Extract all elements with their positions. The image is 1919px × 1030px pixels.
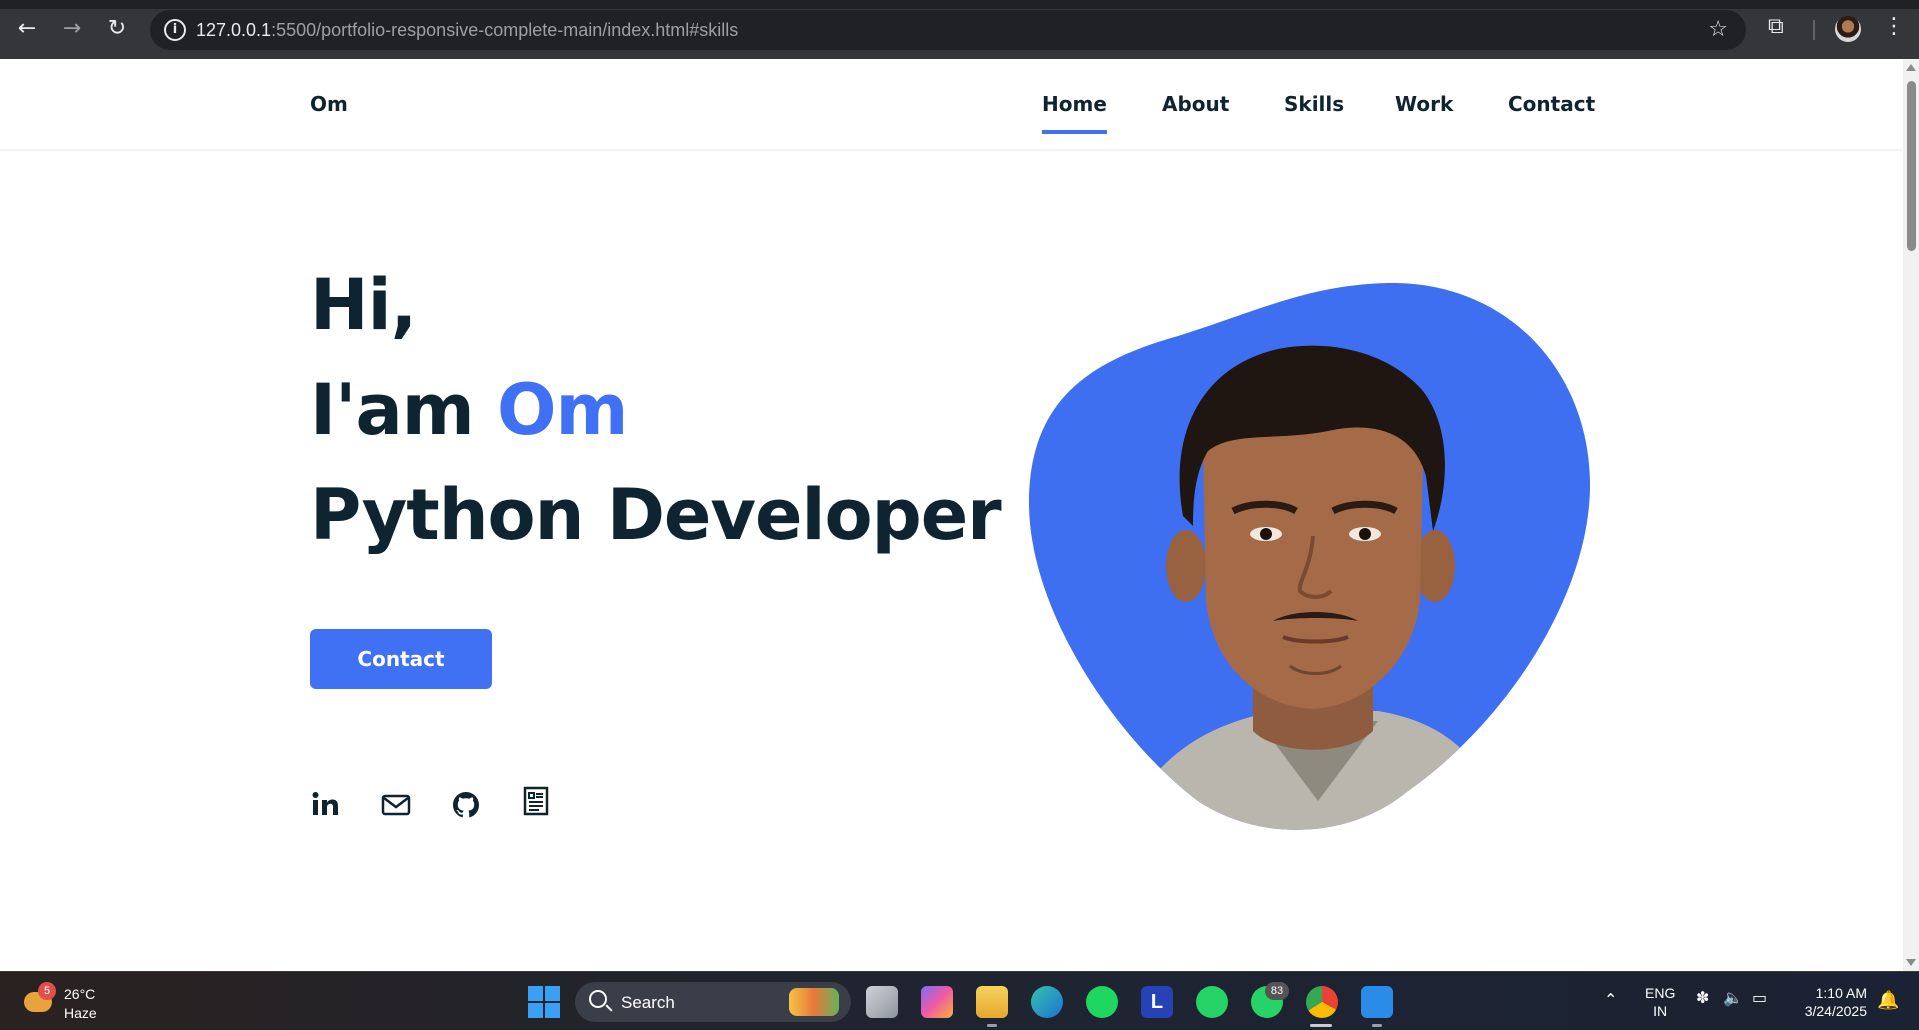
nav-contact[interactable]: Contact — [1508, 92, 1595, 116]
search-highlight-icon — [789, 988, 839, 1016]
weather-badge: 5 — [38, 982, 56, 1000]
forward-arrow-icon[interactable]: → — [57, 14, 87, 44]
extensions-puzzle-icon[interactable]: ⧉ — [1768, 14, 1784, 39]
file-explorer-icon[interactable] — [976, 986, 1008, 1018]
resume-icon[interactable] — [520, 785, 552, 817]
nav-about[interactable]: About — [1162, 92, 1229, 116]
clock-date: 3/24/2025 — [1804, 1003, 1867, 1019]
clock-time: 1:10 AM — [1815, 985, 1867, 1001]
notification-bell-icon[interactable]: 🔔 — [1877, 990, 1899, 1011]
search-icon — [589, 990, 607, 1008]
toolbar-divider — [1813, 20, 1815, 40]
windows-taskbar: 5 26°C Haze Search L 83 ⌃ ENG IN ✽ 🔈 ▭ 1:… — [0, 971, 1919, 1030]
hero-intro: I'am Om — [310, 369, 628, 451]
scroll-down-arrow[interactable] — [1906, 959, 1916, 966]
show-hidden-icons-chevron-icon[interactable]: ⌃ — [1604, 990, 1617, 1009]
hero-name: Om — [497, 369, 628, 451]
taskbar-search[interactable]: Search — [575, 982, 851, 1022]
portfolio-page: Om Home About Skills Work Contact Hi, I'… — [0, 59, 1903, 971]
weather-temperature: 26°C — [64, 986, 96, 1002]
hero-intro-prefix: I'am — [310, 369, 498, 451]
nav-home[interactable]: Home — [1042, 92, 1107, 134]
input-language[interactable]: ENG IN — [1645, 984, 1675, 1020]
nav-skills[interactable]: Skills — [1284, 92, 1344, 116]
l-app-icon[interactable]: L — [1141, 986, 1173, 1018]
bookmark-star-icon[interactable]: ☆ — [1708, 17, 1728, 42]
contact-button[interactable]: Contact — [310, 629, 492, 689]
hero-role: Python Developer — [310, 474, 1002, 556]
wifi-icon[interactable]: ✽ — [1696, 988, 1709, 1007]
site-info-icon[interactable]: i — [164, 19, 186, 41]
mail-icon[interactable] — [380, 789, 412, 821]
edge-icon[interactable] — [1031, 986, 1063, 1018]
system-clock[interactable]: 1:10 AM 3/24/2025 — [1795, 984, 1867, 1020]
tab-strip — [0, 0, 1919, 9]
weather-condition: Haze — [64, 1005, 97, 1021]
windows-start-icon[interactable] — [528, 986, 560, 1018]
site-header: Om Home About Skills Work Contact — [0, 59, 1903, 151]
lang-code: ENG — [1645, 985, 1676, 1001]
browser-chrome: ← → ↻ i 127.0.0.1:5500/portfolio-respons… — [0, 0, 1919, 59]
vscode-running-indicator — [1372, 1024, 1382, 1027]
copilot-icon[interactable] — [921, 986, 953, 1018]
url-path: :5500/portfolio-responsive-complete-main… — [271, 20, 739, 40]
chrome-active-indicator — [1310, 1024, 1332, 1027]
spotify-icon[interactable] — [1086, 986, 1118, 1018]
github-icon[interactable] — [450, 789, 482, 821]
profile-photo-blob — [1028, 282, 1591, 830]
weather-widget[interactable]: 5 26°C Haze — [20, 980, 130, 1024]
scrollbar-thumb[interactable] — [1907, 81, 1916, 251]
url-text[interactable]: 127.0.0.1:5500/portfolio-responsive-comp… — [196, 20, 738, 41]
profile-avatar[interactable] — [1835, 16, 1861, 42]
back-arrow-icon[interactable]: ← — [12, 14, 42, 44]
whatsapp-unread-badge: 83 — [1265, 982, 1289, 1000]
linkedin-icon[interactable] — [310, 789, 342, 821]
page-scrollbar[interactable] — [1903, 59, 1919, 971]
nav-work[interactable]: Work — [1395, 92, 1453, 116]
more-menu-icon[interactable]: ⋮ — [1883, 14, 1905, 39]
scroll-up-arrow[interactable] — [1906, 64, 1916, 71]
volume-icon[interactable]: 🔈 — [1723, 988, 1743, 1007]
file-explorer-running-indicator — [987, 1024, 997, 1027]
chrome-icon[interactable] — [1306, 986, 1338, 1018]
hero-greeting: Hi, — [310, 264, 417, 346]
address-bar[interactable]: i 127.0.0.1:5500/portfolio-responsive-co… — [150, 10, 1746, 50]
search-label: Search — [621, 993, 675, 1012]
site-logo[interactable]: Om — [310, 92, 348, 116]
task-view-icon[interactable] — [866, 986, 898, 1018]
vscode-icon[interactable] — [1361, 986, 1393, 1018]
reload-icon[interactable]: ↻ — [102, 14, 132, 44]
whatsapp-icon[interactable] — [1196, 986, 1228, 1018]
battery-icon[interactable]: ▭ — [1752, 988, 1767, 1007]
lang-region: IN — [1653, 1003, 1668, 1019]
url-host: 127.0.0.1 — [196, 20, 272, 40]
